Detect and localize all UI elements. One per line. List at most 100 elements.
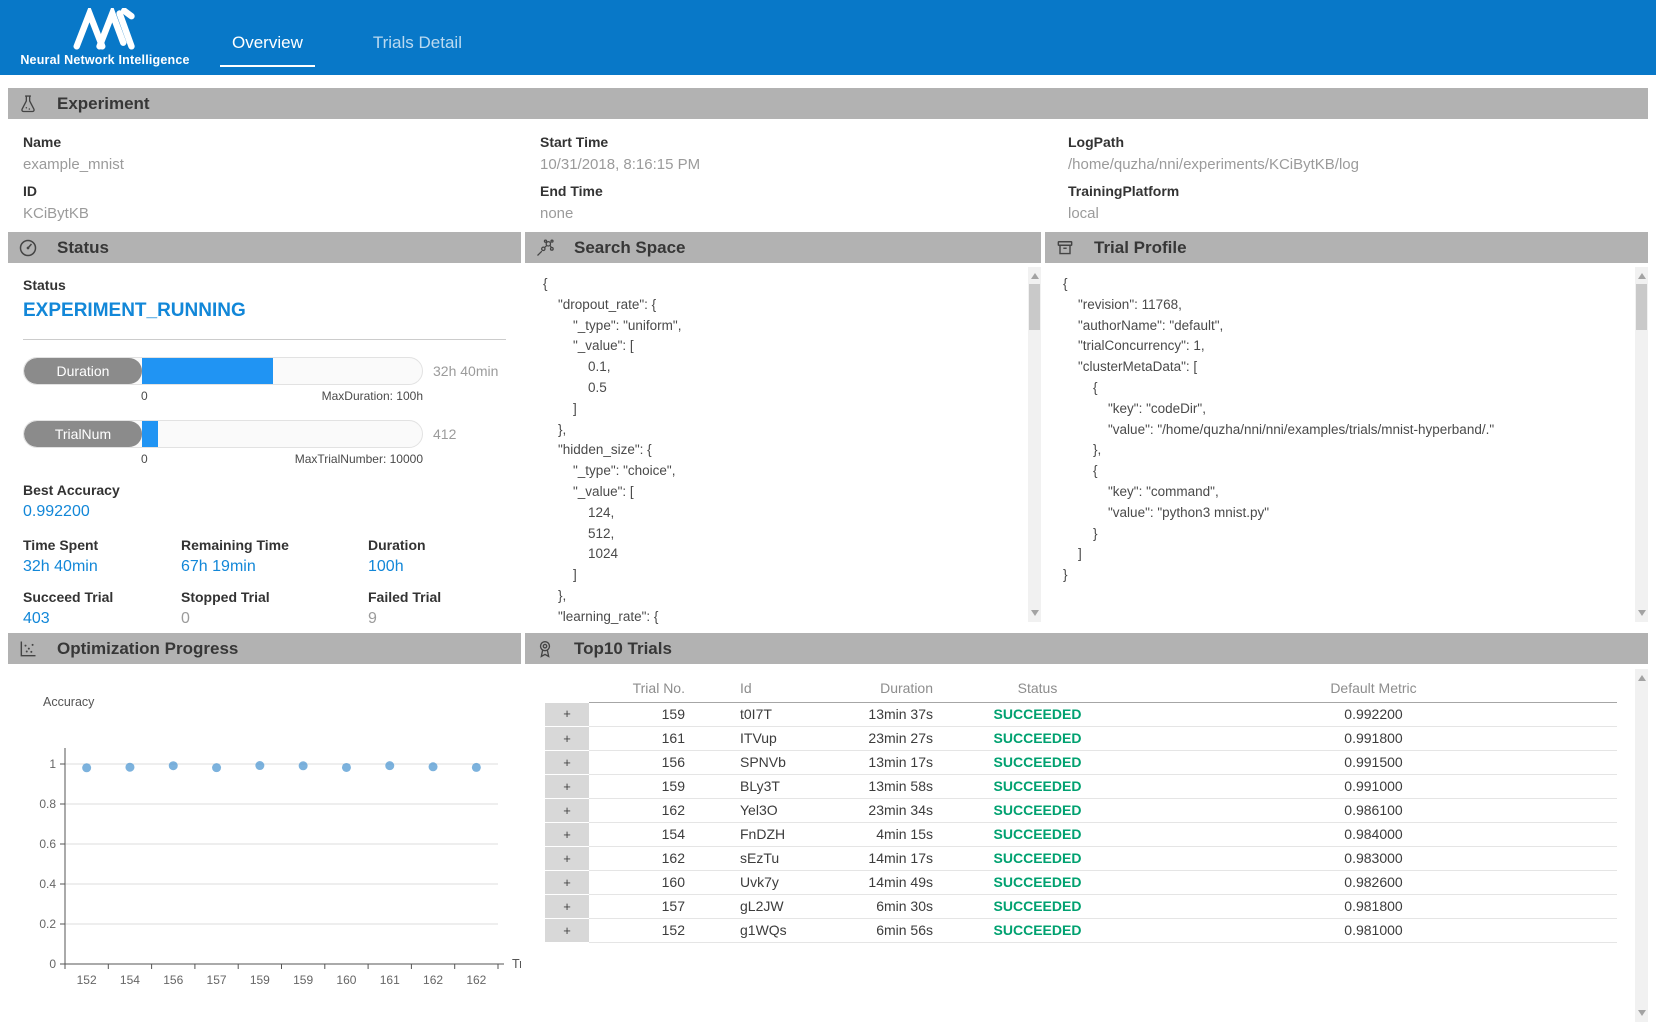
- progress-max: MaxDuration: 100h: [322, 389, 423, 403]
- progress-bar-fill: [142, 358, 273, 384]
- scroll-thumb[interactable]: [1029, 284, 1040, 330]
- svg-text:0.8: 0.8: [39, 797, 56, 811]
- search-space-panel: Search Space { "dropout_rate": { "_type"…: [525, 232, 1041, 630]
- top-trials-panel: Top10 Trials Trial No. Id Duration Statu…: [525, 633, 1648, 1027]
- svg-text:161: 161: [380, 973, 400, 987]
- stat-cell: Remaining Time 67h 19min: [181, 537, 368, 576]
- table-row: + 152 g1WQs 6min 56s SUCCEEDED 0.981000: [545, 919, 1617, 943]
- gauge-icon: [18, 238, 38, 258]
- trial-id-cell: g1WQs: [705, 919, 815, 943]
- experiment-field: LogPath /home/quzha/nni/experiments/KCiB…: [1068, 134, 1648, 181]
- duration-cell: 13min 17s: [815, 751, 945, 775]
- table-row: + 162 sEzTu 14min 17s SUCCEEDED 0.983000: [545, 847, 1617, 871]
- stat-label: Duration: [368, 537, 506, 553]
- column-header-trial-no: Trial No.: [589, 676, 705, 703]
- scroll-up-arrow[interactable]: [1028, 269, 1041, 283]
- field-label: TrainingPlatform: [1068, 183, 1648, 199]
- experiment-field: TrainingPlatform local: [1068, 183, 1648, 230]
- expand-row-button[interactable]: +: [545, 919, 589, 943]
- optimization-section-header: Optimization Progress: [8, 633, 521, 664]
- trial-no-cell: 159: [589, 703, 705, 727]
- svg-text:159: 159: [293, 973, 313, 987]
- table-header-row: Trial No. Id Duration Status Default Met…: [545, 676, 1617, 703]
- status-cell: SUCCEEDED: [945, 751, 1130, 775]
- optimization-chart: Accuracy00.20.40.60.81152154156157159159…: [8, 664, 521, 1004]
- stat-value: 9: [368, 610, 506, 628]
- expand-row-button[interactable]: +: [545, 799, 589, 823]
- scroll-thumb[interactable]: [1636, 284, 1647, 330]
- trial-profile-scrollbar[interactable]: [1635, 267, 1648, 622]
- search-space-section-header: Search Space: [525, 232, 1041, 263]
- progress-bar-value: 32h 40min: [433, 363, 498, 379]
- field-value: 10/31/2018, 8:16:15 PM: [540, 156, 1068, 173]
- tab-trials-detail[interactable]: Trials Detail: [361, 9, 474, 67]
- duration-cell: 13min 37s: [815, 703, 945, 727]
- expand-row-button[interactable]: +: [545, 847, 589, 871]
- scroll-up-arrow[interactable]: [1635, 269, 1648, 283]
- expand-row-button[interactable]: +: [545, 751, 589, 775]
- optimization-panel: Optimization Progress Accuracy00.20.40.6…: [8, 633, 521, 1027]
- status-section-header: Status: [8, 232, 521, 263]
- stat-cell: Time Spent 32h 40min: [23, 537, 181, 576]
- status-cell: SUCCEEDED: [945, 871, 1130, 895]
- expand-row-button[interactable]: +: [545, 871, 589, 895]
- svg-text:Trial: Trial: [512, 957, 521, 971]
- stat-label: Time Spent: [23, 537, 181, 553]
- table-row: + 157 gL2JW 6min 30s SUCCEEDED 0.981800: [545, 895, 1617, 919]
- expand-row-button[interactable]: +: [545, 727, 589, 751]
- expand-row-button[interactable]: +: [545, 895, 589, 919]
- brand-text: Neural Network Intelligence: [20, 53, 189, 67]
- progress-min: 0: [141, 389, 148, 403]
- scroll-up-arrow[interactable]: [1635, 671, 1648, 685]
- metric-cell: 0.982600: [1130, 871, 1617, 895]
- table-row: + 160 Uvk7y 14min 49s SUCCEEDED 0.982600: [545, 871, 1617, 895]
- status-cell: SUCCEEDED: [945, 919, 1130, 943]
- svg-text:157: 157: [207, 973, 227, 987]
- section-title: Optimization Progress: [57, 639, 238, 659]
- trial-id-cell: ITVup: [705, 727, 815, 751]
- scroll-down-arrow[interactable]: [1028, 606, 1041, 620]
- svg-text:Accuracy: Accuracy: [43, 695, 95, 709]
- field-label: Start Time: [540, 134, 1068, 150]
- stat-label: Succeed Trial: [23, 589, 181, 605]
- trial-no-cell: 162: [589, 799, 705, 823]
- molecule-icon: [535, 238, 555, 258]
- metric-cell: 0.986100: [1130, 799, 1617, 823]
- search-space-scrollbar[interactable]: [1028, 267, 1041, 622]
- progress-bar-label: TrialNum: [24, 421, 142, 447]
- experiment-field: Name example_mnist: [23, 134, 540, 181]
- stat-value: 67h 19min: [181, 558, 368, 576]
- archive-icon: [1055, 238, 1075, 258]
- svg-text:154: 154: [120, 973, 140, 987]
- metric-cell: 0.991800: [1130, 727, 1617, 751]
- svg-text:162: 162: [423, 973, 443, 987]
- progress-max: MaxTrialNumber: 10000: [295, 452, 423, 466]
- expand-row-button[interactable]: +: [545, 823, 589, 847]
- duration-cell: 14min 49s: [815, 871, 945, 895]
- trial-id-cell: Uvk7y: [705, 871, 815, 895]
- top-trials-scrollbar[interactable]: [1635, 669, 1648, 1022]
- field-value: example_mnist: [23, 156, 540, 173]
- status-cell: SUCCEEDED: [945, 847, 1130, 871]
- scroll-down-arrow[interactable]: [1635, 606, 1648, 620]
- expand-row-button[interactable]: +: [545, 703, 589, 727]
- metric-cell: 0.991000: [1130, 775, 1617, 799]
- progress-min: 0: [141, 452, 148, 466]
- metric-cell: 0.983000: [1130, 847, 1617, 871]
- field-value: none: [540, 205, 1068, 222]
- scatter-icon: [18, 639, 38, 659]
- section-title: Top10 Trials: [574, 639, 672, 659]
- duration-cell: 23min 34s: [815, 799, 945, 823]
- svg-text:159: 159: [250, 973, 270, 987]
- nni-logo-icon: [70, 8, 140, 50]
- status-panel: Status Status EXPERIMENT_RUNNING Duratio…: [8, 232, 521, 630]
- duration-cell: 14min 17s: [815, 847, 945, 871]
- scroll-down-arrow[interactable]: [1635, 1006, 1648, 1020]
- experiment-field: Start Time 10/31/2018, 8:16:15 PM: [540, 134, 1068, 181]
- search-space-json: { "dropout_rate": { "_type": "uniform", …: [525, 263, 1041, 626]
- expand-row-button[interactable]: +: [545, 775, 589, 799]
- stat-label: Remaining Time: [181, 537, 368, 553]
- tab-overview[interactable]: Overview: [220, 9, 315, 67]
- trial-no-cell: 152: [589, 919, 705, 943]
- best-accuracy-label: Best Accuracy: [23, 482, 506, 498]
